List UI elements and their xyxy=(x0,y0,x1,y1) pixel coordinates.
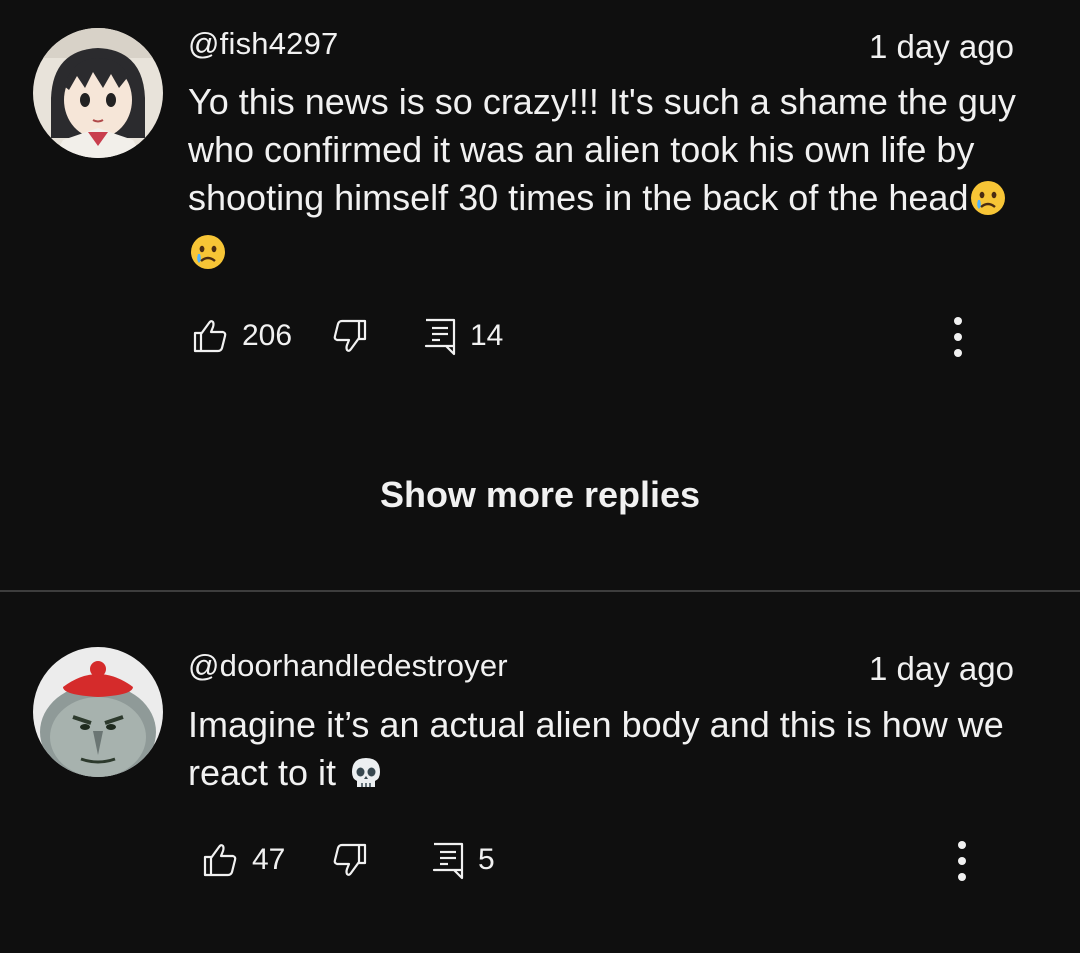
comment-thread-2: @doorhandledestroyer 1 day ago Imagine i… xyxy=(0,592,1080,953)
more-options-button[interactable] xyxy=(950,838,974,884)
like-count: 47 xyxy=(252,843,286,876)
comment-timestamp: 1 day ago xyxy=(869,650,1014,687)
reply-comment-icon xyxy=(424,318,456,356)
gray-character-avatar-icon xyxy=(33,647,163,777)
crying-face-emoji-icon xyxy=(970,180,1006,228)
reply-button[interactable]: 14 xyxy=(422,316,503,356)
reply-count: 5 xyxy=(478,843,495,876)
thumbs-up-icon xyxy=(193,320,227,353)
comment-text: Imagine it’s an actual alien body and th… xyxy=(188,701,1018,803)
comment-author[interactable]: @fish4297 xyxy=(188,26,338,62)
like-count: 206 xyxy=(242,319,293,352)
anime-girl-avatar-icon xyxy=(33,28,163,158)
comment-text-content: Imagine it’s an actual alien body and th… xyxy=(188,704,1004,793)
comment-timestamp: 1 day ago xyxy=(869,28,1014,65)
dislike-button[interactable] xyxy=(330,840,370,880)
like-button[interactable]: 47 xyxy=(200,840,285,880)
dislike-button[interactable] xyxy=(330,316,370,356)
more-options-button[interactable] xyxy=(946,314,970,360)
reply-button[interactable]: 5 xyxy=(430,840,495,880)
reply-comment-icon xyxy=(432,842,464,880)
vertical-dots-icon xyxy=(958,841,966,881)
thumbs-down-icon xyxy=(333,843,367,876)
comment-thread-1: @fish4297 1 day ago Yo this news is so c… xyxy=(0,0,1080,590)
thumbs-down-icon xyxy=(333,319,367,352)
comment-text-content: Yo this news is so crazy!!! It's such a … xyxy=(188,81,1016,218)
show-more-replies-button[interactable]: Show more replies xyxy=(0,474,1080,516)
comment-author[interactable]: @doorhandledestroyer xyxy=(188,648,508,684)
comment-text: Yo this news is so crazy!!! It's such a … xyxy=(188,78,1018,282)
avatar[interactable] xyxy=(33,28,163,158)
thumbs-up-icon xyxy=(203,844,237,877)
skull-emoji-icon xyxy=(348,755,384,803)
avatar[interactable] xyxy=(33,647,163,777)
comment-actions: 206 14 xyxy=(190,316,1020,357)
like-button[interactable]: 206 xyxy=(190,316,292,356)
vertical-dots-icon xyxy=(954,317,962,357)
crying-face-emoji-icon xyxy=(190,234,226,282)
comment-actions: 47 5 xyxy=(190,840,1020,881)
reply-count: 14 xyxy=(470,319,504,352)
